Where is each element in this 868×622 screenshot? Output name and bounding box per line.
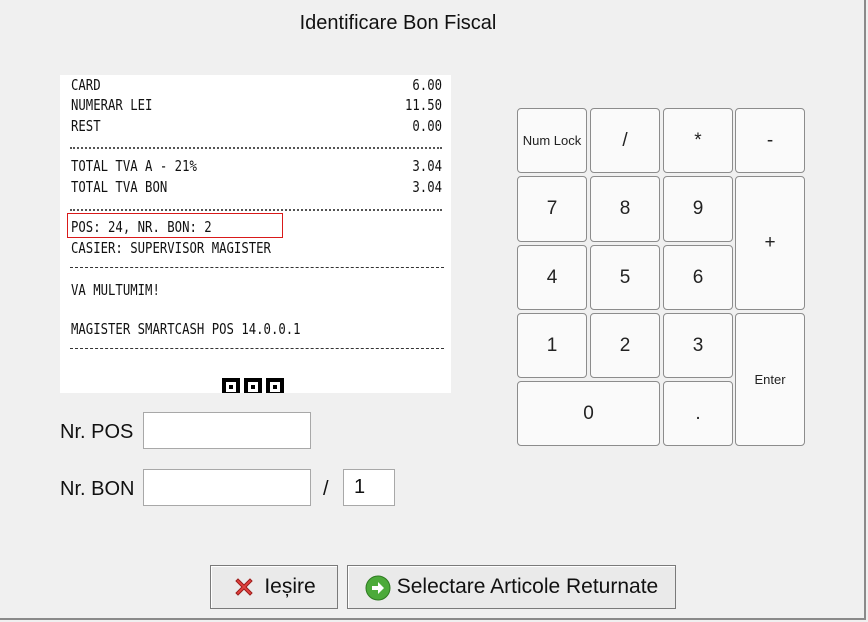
key-6[interactable]: 6	[663, 245, 733, 310]
receipt-line-vat-a: TOTAL TVA A - 21%	[71, 157, 197, 175]
green-arrow-icon	[365, 575, 391, 601]
key-num-lock[interactable]: Num Lock	[517, 108, 587, 173]
qr-code	[222, 378, 290, 393]
receipt-value-card: 6.00	[412, 76, 442, 94]
receipt-line-card: CARD	[71, 76, 101, 94]
bon-separator: /	[323, 478, 329, 500]
receipt-line-vat-total: TOTAL TVA BON	[71, 178, 168, 196]
receipt-line-change: REST	[71, 117, 101, 135]
receipt-line-cash: NUMERAR LEI	[71, 96, 153, 114]
key-plus[interactable]: +	[735, 176, 805, 310]
key-multiply[interactable]: *	[663, 108, 733, 173]
receipt-highlight-box	[67, 213, 283, 238]
exit-button[interactable]: Ieșire	[210, 565, 338, 609]
bon-label: Nr. BON	[60, 478, 135, 500]
receipt-line-software: MAGISTER SMARTCASH POS 14.0.0.1	[71, 320, 301, 338]
receipt-value-vat-a: 3.04	[412, 157, 442, 175]
key-divide[interactable]: /	[590, 108, 660, 173]
window-title: Identificare Bon Fiscal	[299, 12, 497, 34]
key-dot[interactable]: .	[663, 381, 733, 446]
pos-input[interactable]	[143, 412, 311, 449]
receipt-value-change: 0.00	[412, 117, 442, 135]
exit-button-label: Ieșire	[264, 575, 316, 598]
pos-label: Nr. POS	[60, 421, 134, 443]
key-0[interactable]: 0	[517, 381, 660, 446]
select-returned-items-button[interactable]: Selectare Articole Returnate	[347, 565, 676, 609]
key-enter[interactable]: Enter	[735, 313, 805, 446]
key-1[interactable]: 1	[517, 313, 587, 378]
receipt-separator	[70, 135, 442, 149]
receipt-dash-line	[70, 267, 444, 268]
key-8[interactable]: 8	[590, 176, 660, 242]
key-3[interactable]: 3	[663, 313, 733, 378]
receipt-line-thanks: VA MULTUMIM!	[71, 281, 160, 299]
key-7[interactable]: 7	[517, 176, 587, 242]
receipt-dash-line	[70, 348, 444, 349]
red-x-icon	[232, 575, 256, 599]
bon-input[interactable]	[143, 469, 311, 506]
receipt-value-cash: 11.50	[404, 96, 442, 114]
key-2[interactable]: 2	[590, 313, 660, 378]
receipt-line-cashier: CASIER: SUPERVISOR MAGISTER	[71, 239, 271, 257]
receipt-value-vat-total: 3.04	[412, 178, 442, 196]
key-9[interactable]: 9	[663, 176, 733, 242]
receipt-separator	[70, 197, 442, 211]
bon-suffix-input[interactable]	[343, 469, 395, 506]
select-button-label: Selectare Articole Returnate	[396, 575, 659, 598]
key-5[interactable]: 5	[590, 245, 660, 310]
key-minus[interactable]: -	[735, 108, 805, 173]
key-4[interactable]: 4	[517, 245, 587, 310]
receipt-preview: CARD 6.00 NUMERAR LEI 11.50 REST 0.00 TO…	[60, 75, 451, 393]
